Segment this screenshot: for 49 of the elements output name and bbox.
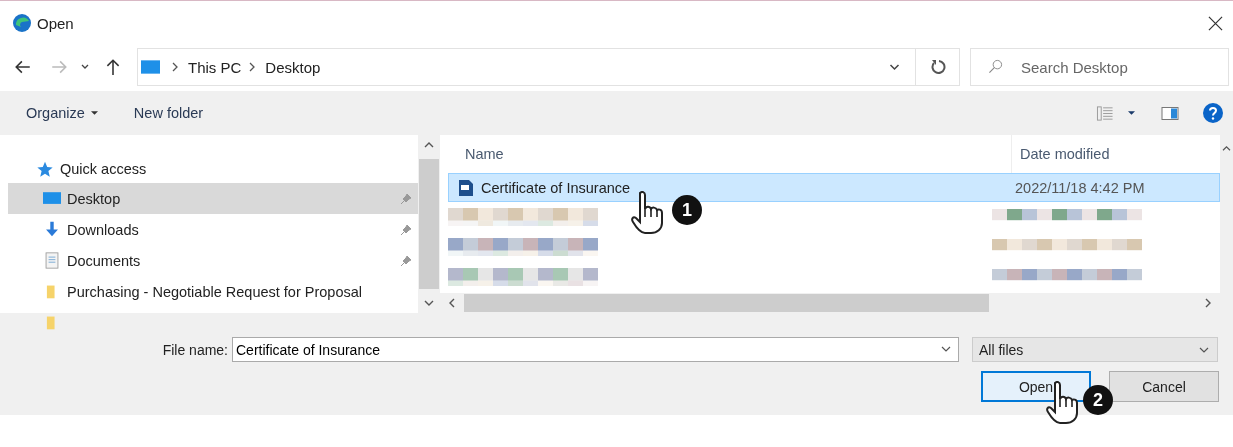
search-icon bbox=[988, 59, 1003, 74]
new-folder-button[interactable]: New folder bbox=[133, 105, 204, 121]
chevron-right-icon bbox=[248, 62, 257, 72]
chevron-down-icon[interactable] bbox=[940, 345, 952, 353]
column-header[interactable]: Name bbox=[448, 146, 1011, 162]
open-button[interactable]: Open bbox=[981, 371, 1091, 402]
preview-pane-icon[interactable] bbox=[1161, 104, 1179, 122]
pdf-file-icon bbox=[457, 178, 475, 197]
step-number-badge: 1 bbox=[672, 195, 702, 225]
breadcrumb[interactable]: Desktop bbox=[265, 58, 321, 76]
caret-icon bbox=[90, 110, 98, 116]
browser-logo-icon bbox=[12, 13, 32, 33]
sidebar-item[interactable]: Documents bbox=[8, 245, 418, 276]
monitor-icon bbox=[43, 190, 61, 207]
file-name-label: File name: bbox=[161, 341, 229, 358]
star-icon bbox=[36, 160, 54, 178]
document-icon bbox=[43, 252, 61, 269]
refresh-icon bbox=[929, 59, 946, 75]
sidebar-item[interactable]: Quick access bbox=[8, 155, 418, 183]
file-type-dropdown[interactable]: All files bbox=[972, 337, 1218, 362]
scroll-up-icon[interactable] bbox=[1222, 145, 1231, 152]
scroll-left-icon[interactable] bbox=[448, 298, 456, 308]
organize-menu[interactable]: Organize bbox=[26, 105, 98, 121]
close-icon[interactable] bbox=[1208, 15, 1223, 31]
sidebar-item[interactable]: Desktop bbox=[8, 183, 418, 214]
cancel-button[interactable]: Cancel bbox=[1109, 371, 1219, 402]
caret-icon[interactable] bbox=[1128, 110, 1135, 116]
scroll-right-icon[interactable] bbox=[1204, 298, 1212, 308]
file-name-field[interactable]: Certificate of Insurance bbox=[232, 337, 959, 362]
scroll-up-icon[interactable] bbox=[424, 141, 434, 149]
breadcrumb[interactable]: This PC bbox=[188, 58, 242, 76]
scroll-down-icon[interactable] bbox=[424, 299, 434, 307]
monitor-icon bbox=[141, 59, 160, 75]
pin-icon[interactable] bbox=[400, 224, 412, 236]
pin-icon[interactable] bbox=[400, 255, 412, 267]
sidebar-item[interactable]: Downloads bbox=[8, 214, 418, 245]
chevron-right-icon bbox=[171, 62, 179, 72]
window-title: Open bbox=[37, 14, 75, 32]
sidebar-item[interactable]: Purchasing - Negotiable Request for Proposal bbox=[8, 276, 418, 307]
up-arrow-icon[interactable] bbox=[104, 58, 122, 76]
address-bar[interactable]: This PC Desktop bbox=[137, 48, 916, 86]
file-row[interactable]: Certificate of Insurance 2022/11/18 4:42 PM bbox=[448, 173, 1220, 202]
hand-pointer-icon bbox=[630, 191, 666, 235]
refresh-button[interactable] bbox=[916, 48, 960, 86]
search-field[interactable]: Search Desktop bbox=[970, 48, 1229, 86]
chevron-down-icon bbox=[1198, 345, 1210, 354]
chevron-down-icon[interactable] bbox=[888, 62, 901, 72]
back-arrow-icon[interactable] bbox=[14, 58, 32, 76]
help-icon[interactable] bbox=[1203, 103, 1223, 123]
